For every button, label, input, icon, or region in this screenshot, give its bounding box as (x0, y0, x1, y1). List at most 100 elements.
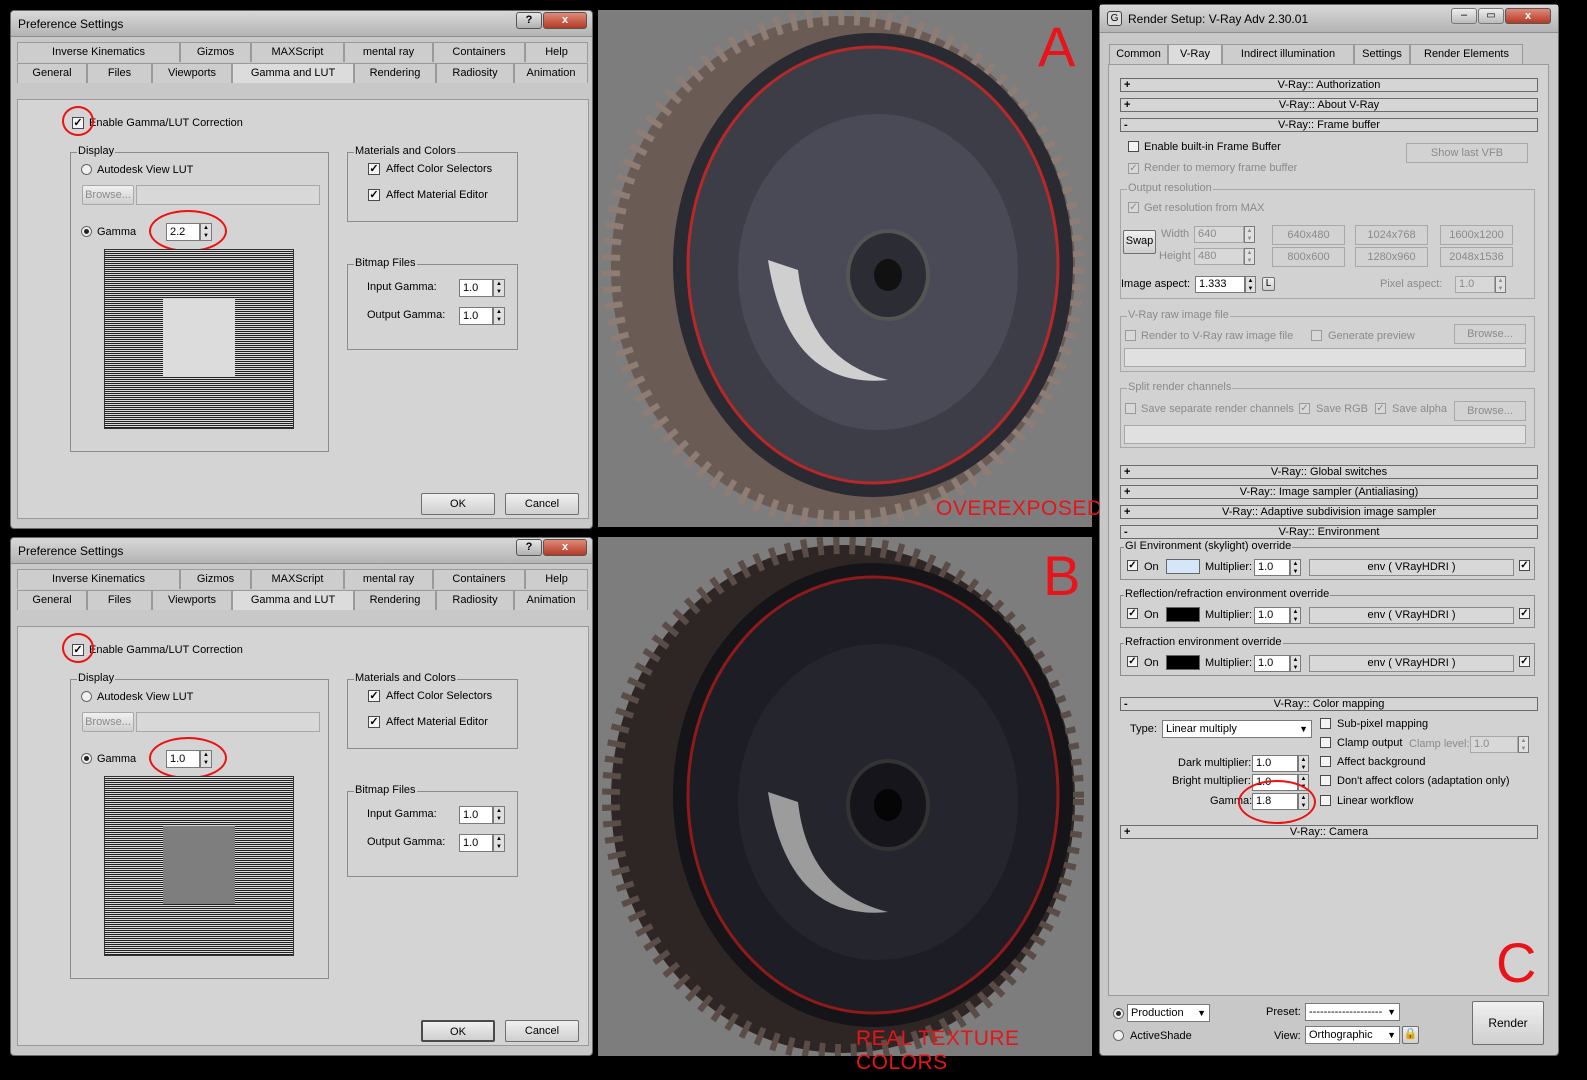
tab-rendering[interactable]: Rendering (354, 63, 436, 83)
affect-color-selectors-checkbox[interactable]: ✓ (368, 690, 380, 702)
input-gamma-spinner[interactable]: 1.0 ▲ ▼ (459, 806, 505, 824)
tab-gizmos[interactable]: Gizmos (180, 569, 251, 589)
rollout-environment[interactable]: - V-Ray:: Environment (1120, 525, 1538, 539)
tab-maxscript[interactable]: MAXScript (251, 569, 344, 589)
tab-gizmos[interactable]: Gizmos (180, 42, 251, 62)
gi-on-checkbox[interactable]: ✓ (1127, 560, 1138, 571)
refl-map-button[interactable]: env ( VRayHDRI ) (1309, 607, 1514, 624)
tab-render-elements[interactable]: Render Elements (1410, 44, 1523, 64)
viewport-a[interactable]: A OVEREXPOSED (598, 7, 1102, 529)
dark-multiplier-spinner[interactable]: 1.0 ▲ ▼ (1252, 755, 1309, 772)
tab-indirect-illumination[interactable]: Indirect illumination (1222, 44, 1354, 64)
close-button[interactable]: x (543, 539, 587, 556)
spinner-arrows[interactable]: ▲ ▼ (493, 279, 505, 297)
spinner-arrows[interactable]: ▲ ▼ (1518, 736, 1529, 753)
rollout-color-mapping[interactable]: - V-Ray:: Color mapping (1120, 697, 1538, 711)
gi-map-button[interactable]: env ( VRayHDRI ) (1309, 559, 1514, 576)
browse-button[interactable]: Browse... (82, 712, 134, 732)
cancel-button[interactable]: Cancel (505, 493, 579, 515)
spinner-arrows[interactable]: ▲ ▼ (1244, 226, 1255, 243)
get-resolution-checkbox[interactable]: ✓ (1128, 202, 1139, 213)
tab-files[interactable]: Files (87, 590, 152, 610)
clamp-level-spinner[interactable]: 1.0 ▲ ▼ (1470, 736, 1529, 753)
refr-map-checkbox[interactable]: ✓ (1519, 656, 1530, 667)
tab-animation[interactable]: Animation (514, 590, 588, 610)
tab-files[interactable]: Files (87, 63, 152, 83)
spinner-arrows[interactable]: ▲ ▼ (1290, 607, 1301, 624)
save-separate-checkbox[interactable] (1125, 403, 1136, 414)
refl-on-checkbox[interactable]: ✓ (1127, 608, 1138, 619)
spinner-arrows[interactable]: ▲ ▼ (1290, 559, 1301, 576)
type-dropdown[interactable]: Linear multiply ▼ (1162, 720, 1312, 738)
output-gamma-spinner[interactable]: 1.0 ▲ ▼ (459, 307, 505, 325)
refr-multiplier-spinner[interactable]: 1.0 ▲ ▼ (1254, 655, 1301, 672)
close-button[interactable]: x (1505, 8, 1551, 24)
preset-dropdown[interactable]: -------------------- ▼ (1305, 1003, 1400, 1021)
preset-1024x768[interactable]: 1024x768 (1355, 225, 1428, 245)
autodesk-lut-radio[interactable] (81, 691, 92, 702)
subpixel-checkbox[interactable] (1320, 718, 1331, 729)
autodesk-lut-radio[interactable] (81, 164, 92, 175)
tab-viewports[interactable]: Viewports (152, 590, 232, 610)
gamma-radio[interactable] (81, 226, 92, 237)
affect-color-selectors-checkbox[interactable]: ✓ (368, 163, 380, 175)
production-radio[interactable] (1113, 1008, 1124, 1019)
tab-gamma-and-lut[interactable]: Gamma and LUT (232, 590, 354, 610)
spinner-arrows[interactable]: ▲ ▼ (493, 834, 505, 852)
gi-color-swatch[interactable] (1166, 559, 1200, 574)
raw-path-field[interactable] (1124, 348, 1526, 367)
save-alpha-checkbox[interactable]: ✓ (1375, 403, 1386, 414)
gi-multiplier-spinner[interactable]: 1.0 ▲ ▼ (1254, 559, 1301, 576)
tab-rendering[interactable]: Rendering (354, 590, 436, 610)
rollout-image-sampler[interactable]: + V-Ray:: Image sampler (Antialiasing) (1120, 485, 1538, 499)
tab-containers[interactable]: Containers (433, 42, 525, 62)
ok-button[interactable]: OK (421, 1020, 495, 1042)
rollout-authorization[interactable]: + V-Ray:: Authorization (1120, 78, 1538, 92)
spinner-arrows[interactable]: ▲ ▼ (1245, 276, 1256, 293)
save-rgb-checkbox[interactable]: ✓ (1299, 403, 1310, 414)
cancel-button[interactable]: Cancel (505, 1020, 579, 1042)
height-spinner[interactable]: 480 ▲ ▼ (1194, 248, 1255, 265)
lock-aspect-button[interactable]: L (1262, 277, 1275, 291)
output-gamma-spinner[interactable]: 1.0 ▲ ▼ (459, 834, 505, 852)
gi-map-checkbox[interactable]: ✓ (1519, 560, 1530, 571)
tab-help[interactable]: Help (525, 569, 588, 589)
refl-multiplier-spinner[interactable]: 1.0 ▲ ▼ (1254, 607, 1301, 624)
pixel-aspect-spinner[interactable]: 1.0 ▲ ▼ (1455, 276, 1506, 293)
close-button[interactable]: x (543, 12, 587, 29)
generate-preview-checkbox[interactable] (1311, 330, 1322, 341)
affect-background-checkbox[interactable] (1320, 756, 1331, 767)
show-last-vfb-button[interactable]: Show last VFB (1406, 143, 1528, 163)
activeshade-radio[interactable] (1113, 1030, 1124, 1041)
render-raw-checkbox[interactable] (1125, 330, 1136, 341)
lock-icon[interactable]: 🔒 (1402, 1026, 1419, 1044)
spinner-arrows[interactable]: ▲ ▼ (1298, 755, 1309, 772)
render-button[interactable]: Render (1472, 1001, 1544, 1045)
spinner-arrows[interactable]: ▲ ▼ (493, 307, 505, 325)
tab-general[interactable]: General (17, 590, 87, 610)
preset-1280x960[interactable]: 1280x960 (1355, 247, 1428, 267)
rollout-about[interactable]: + V-Ray:: About V-Ray (1120, 98, 1538, 112)
dont-affect-colors-checkbox[interactable] (1320, 775, 1331, 786)
rollout-adaptive-sampler[interactable]: + V-Ray:: Adaptive subdivision image samp… (1120, 505, 1538, 519)
tab-gamma-and-lut[interactable]: Gamma and LUT (232, 63, 354, 83)
spinner-arrows[interactable]: ▲ ▼ (1290, 655, 1301, 672)
clamp-output-checkbox[interactable] (1320, 737, 1331, 748)
tab-general[interactable]: General (17, 63, 87, 83)
view-dropdown[interactable]: Orthographic ▼ (1305, 1026, 1400, 1044)
gamma-radio[interactable] (81, 753, 92, 764)
render-to-memory-checkbox[interactable]: ✓ (1128, 163, 1139, 174)
preset-640x480[interactable]: 640x480 (1272, 225, 1345, 245)
tab-inverse-kinematics[interactable]: Inverse Kinematics (17, 42, 180, 62)
tab-settings[interactable]: Settings (1354, 44, 1410, 64)
refr-color-swatch[interactable] (1166, 655, 1200, 670)
width-spinner[interactable]: 640 ▲ ▼ (1194, 226, 1255, 243)
rollout-frame-buffer[interactable]: - V-Ray:: Frame buffer (1120, 118, 1538, 132)
maximize-button[interactable]: ▭ (1478, 8, 1504, 24)
split-browse-button[interactable]: Browse... (1454, 401, 1526, 421)
tab-inverse-kinematics[interactable]: Inverse Kinematics (17, 569, 180, 589)
tab-mental-ray[interactable]: mental ray (344, 569, 433, 589)
split-path-field[interactable] (1124, 425, 1526, 444)
tab-help[interactable]: Help (525, 42, 588, 62)
tab-maxscript[interactable]: MAXScript (251, 42, 344, 62)
